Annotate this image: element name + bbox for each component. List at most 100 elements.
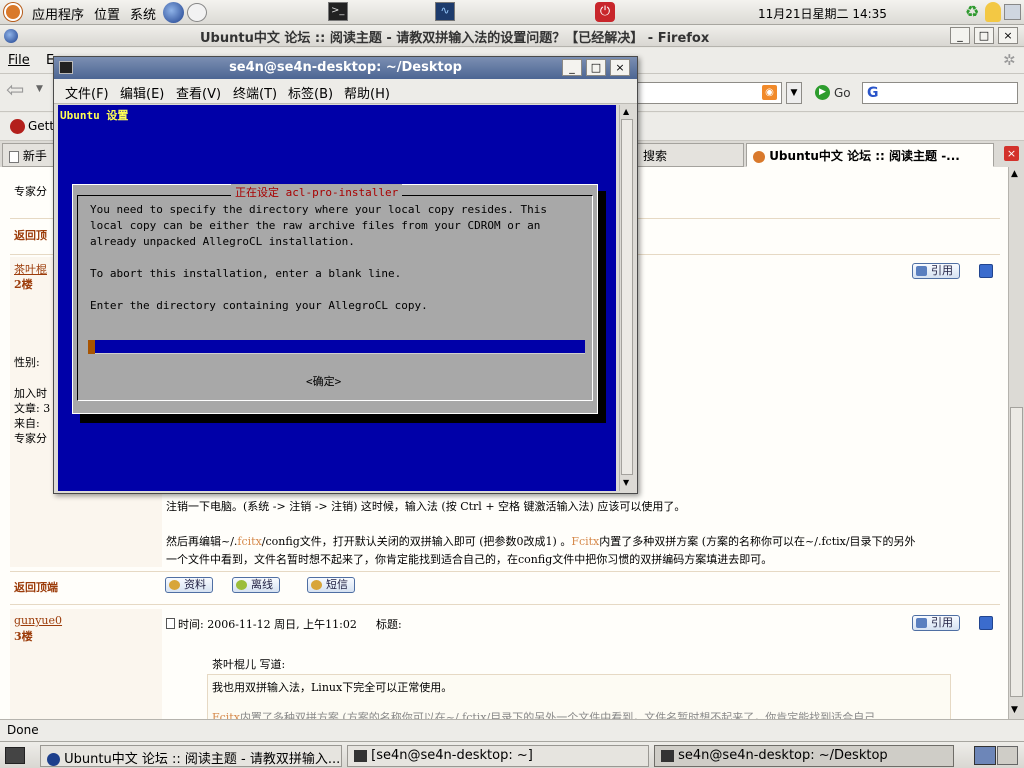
dialog-backtitle: Ubuntu 设置 — [60, 109, 129, 122]
go-icon[interactable]: ▶ — [815, 85, 830, 100]
user-switcher-icon[interactable] — [985, 2, 1001, 22]
show-desktop-icon[interactable] — [5, 747, 25, 764]
terminal-task-icon — [354, 749, 367, 762]
firefox-launcher-icon[interactable] — [163, 2, 184, 23]
menu-file[interactable]: File — [8, 53, 30, 68]
menu-applications[interactable]: 应用程序 — [32, 4, 84, 23]
terminal-menu-view[interactable]: 查看(V) — [176, 83, 221, 102]
back-to-top-2[interactable]: 返回顶端 — [14, 579, 58, 595]
terminal-scroll-up-icon[interactable]: ▲ — [623, 107, 629, 116]
scroll-thumb[interactable] — [1010, 407, 1023, 697]
poster-name-3[interactable]: gunyue0 — [14, 614, 62, 627]
debconf-dialog: You need to specify the directory where … — [72, 184, 598, 414]
throbber-icon: ✲ — [1003, 51, 1016, 69]
minimize-button[interactable]: _ — [950, 27, 970, 44]
post3-time: 时间: 2006-11-12 周日, 上午11:02 — [178, 618, 357, 631]
go-button[interactable]: Go — [834, 86, 851, 100]
workspace-2[interactable] — [996, 746, 1018, 765]
terminal-menubar: 文件(F) 编辑(E) 查看(V) 终端(T) 标签(B) 帮助(H) — [54, 79, 637, 104]
page-scrollbar[interactable]: ▲ ▼ — [1008, 167, 1024, 719]
terminal-scrollbar[interactable]: ▲ ▼ — [619, 105, 634, 491]
para2-middle: /config文件，打开默认关闭的双拼输入即可 (把参数0改成1) 。 — [261, 535, 572, 548]
terminal-maximize-button[interactable]: □ — [586, 59, 606, 76]
terminal-title: se4n@se4n-desktop: ~/Desktop — [229, 60, 462, 75]
terminal-launcher-icon[interactable]: >_ — [328, 2, 348, 21]
search-engine-icon[interactable]: G — [867, 85, 879, 101]
tab-search[interactable]: 搜索 — [636, 143, 744, 167]
quote-button-2[interactable]: 引用 — [912, 263, 960, 279]
fcitx-keyword: fcitx — [237, 535, 262, 548]
terminal-minimize-button[interactable]: _ — [562, 59, 582, 76]
quote-label: 引用 — [931, 264, 953, 277]
joined-label: 加入时 — [14, 387, 47, 400]
workspace-switcher[interactable] — [974, 746, 1018, 765]
back-to-top-1[interactable]: 返回顶 — [14, 227, 47, 243]
back-icon[interactable]: ⇦ — [6, 80, 32, 102]
floor-3: 3楼 — [14, 630, 33, 643]
quote-box: 我也用双拼输入法，Linux下完全可以正常使用。 Fcitx内置了多种双拼方案 … — [207, 674, 951, 719]
terminal-menu-file[interactable]: 文件(F) — [65, 83, 109, 102]
scroll-down-icon[interactable]: ▼ — [1011, 705, 1018, 715]
post-menu-icon-2[interactable] — [979, 264, 993, 278]
firefox-task-icon — [47, 753, 60, 766]
top-panel: 应用程序 位置 系统 >_ ∿ ⏻ 11月21日星期二 14:35 ♻ — [0, 0, 1024, 25]
offline-button[interactable]: 离线 — [232, 577, 280, 593]
tab-newbie[interactable]: 新手 — [2, 143, 54, 167]
terminal-window: se4n@se4n-desktop: ~/Desktop _ □ × 文件(F)… — [53, 56, 638, 494]
terminal-scroll-thumb[interactable] — [621, 119, 633, 475]
task-terminal-home[interactable]: [se4n@se4n-desktop: ~] — [347, 745, 649, 767]
fcitx-keyword-3: Fcitx — [212, 711, 240, 719]
search-box[interactable]: G — [862, 82, 1018, 104]
clock[interactable]: 11月21日星期二 14:35 — [758, 5, 887, 22]
terminal-menu-tabs[interactable]: 标签(B) — [288, 83, 333, 102]
quote-line-2-text: 内置了多种双拼方案 (方案的名称你可以在~/.fctix/目录下的另外一个文件中… — [239, 711, 876, 719]
url-dropdown-icon[interactable]: ▼ — [786, 82, 802, 104]
quote-button-3[interactable]: 引用 — [912, 615, 960, 631]
terminal-window-icon — [59, 61, 73, 74]
bottom-panel: Ubuntu中文 论坛 :: 阅读主题 - 请教双拼输入... [se4n@se… — [0, 741, 1024, 768]
message-label: 短信 — [326, 578, 348, 591]
ok-button[interactable]: <确定> — [306, 373, 341, 389]
terminal-close-button[interactable]: × — [610, 59, 630, 76]
url-bar[interactable] — [636, 82, 782, 104]
post2-para2: 然后再编辑~/.fcitx/config文件，打开默认关闭的双拼输入即可 (把参… — [166, 533, 916, 549]
message-button[interactable]: 短信 — [307, 577, 355, 593]
directory-input[interactable] — [88, 340, 585, 354]
rss-icon[interactable]: ◉ — [762, 85, 777, 100]
terminal-scroll-down-icon[interactable]: ▼ — [623, 478, 629, 487]
para2-end: 内置了多种双拼方案 (方案的名称你可以在~/.fctix/目录下的另外 — [599, 535, 916, 548]
status-bar: Done — [0, 719, 1024, 741]
scroll-up-icon[interactable]: ▲ — [1011, 169, 1018, 179]
task-firefox[interactable]: Ubuntu中文 论坛 :: 阅读主题 - 请教双拼输入... — [40, 745, 342, 767]
system-monitor-icon[interactable]: ∿ — [435, 2, 455, 21]
task-terminal-home-label: [se4n@se4n-desktop: ~] — [371, 748, 533, 763]
update-notifier-icon[interactable]: ♻ — [963, 3, 981, 21]
bookmark-get-started[interactable]: Gett — [28, 119, 54, 133]
mail-launcher-icon[interactable] — [187, 3, 207, 22]
close-tab-icon[interactable]: × — [1004, 146, 1019, 161]
network-icon[interactable] — [1004, 4, 1021, 20]
articles-label: 文章: 3 — [14, 402, 51, 415]
poster-name-2[interactable]: 茶叶棍 — [14, 261, 47, 277]
task-firefox-label: Ubuntu中文 论坛 :: 阅读主题 - 请教双拼输入... — [64, 752, 341, 767]
terminal-menu-terminal[interactable]: 终端(T) — [233, 83, 277, 102]
terminal-menu-help[interactable]: 帮助(H) — [344, 83, 390, 102]
menu-places[interactable]: 位置 — [94, 4, 120, 23]
profile-button[interactable]: 资料 — [165, 577, 213, 593]
post-menu-icon-3[interactable] — [979, 616, 993, 630]
ubuntu-logo-icon[interactable] — [4, 3, 22, 21]
offline-icon — [236, 580, 247, 590]
terminal-menu-edit[interactable]: 编辑(E) — [120, 83, 164, 102]
tab-forum-active[interactable]: Ubuntu中文 论坛 :: 阅读主题 -... — [746, 143, 994, 167]
terminal-screen[interactable]: Ubuntu 设置 You need to specify the direct… — [58, 105, 616, 491]
dialog-line-3: already unpacked AllegroCL installation. — [90, 235, 355, 248]
dialog-frame: You need to specify the directory where … — [77, 195, 593, 401]
power-icon[interactable]: ⏻ — [595, 2, 615, 22]
workspace-1[interactable] — [974, 746, 996, 765]
menu-system[interactable]: 系统 — [130, 4, 156, 23]
dialog-line-7: Enter the directory containing your Alle… — [90, 299, 428, 312]
task-terminal-desktop[interactable]: se4n@se4n-desktop: ~/Desktop — [654, 745, 954, 767]
maximize-button[interactable]: □ — [974, 27, 994, 44]
back-dropdown-icon[interactable]: ▼ — [36, 84, 43, 94]
close-button[interactable]: × — [998, 27, 1018, 44]
